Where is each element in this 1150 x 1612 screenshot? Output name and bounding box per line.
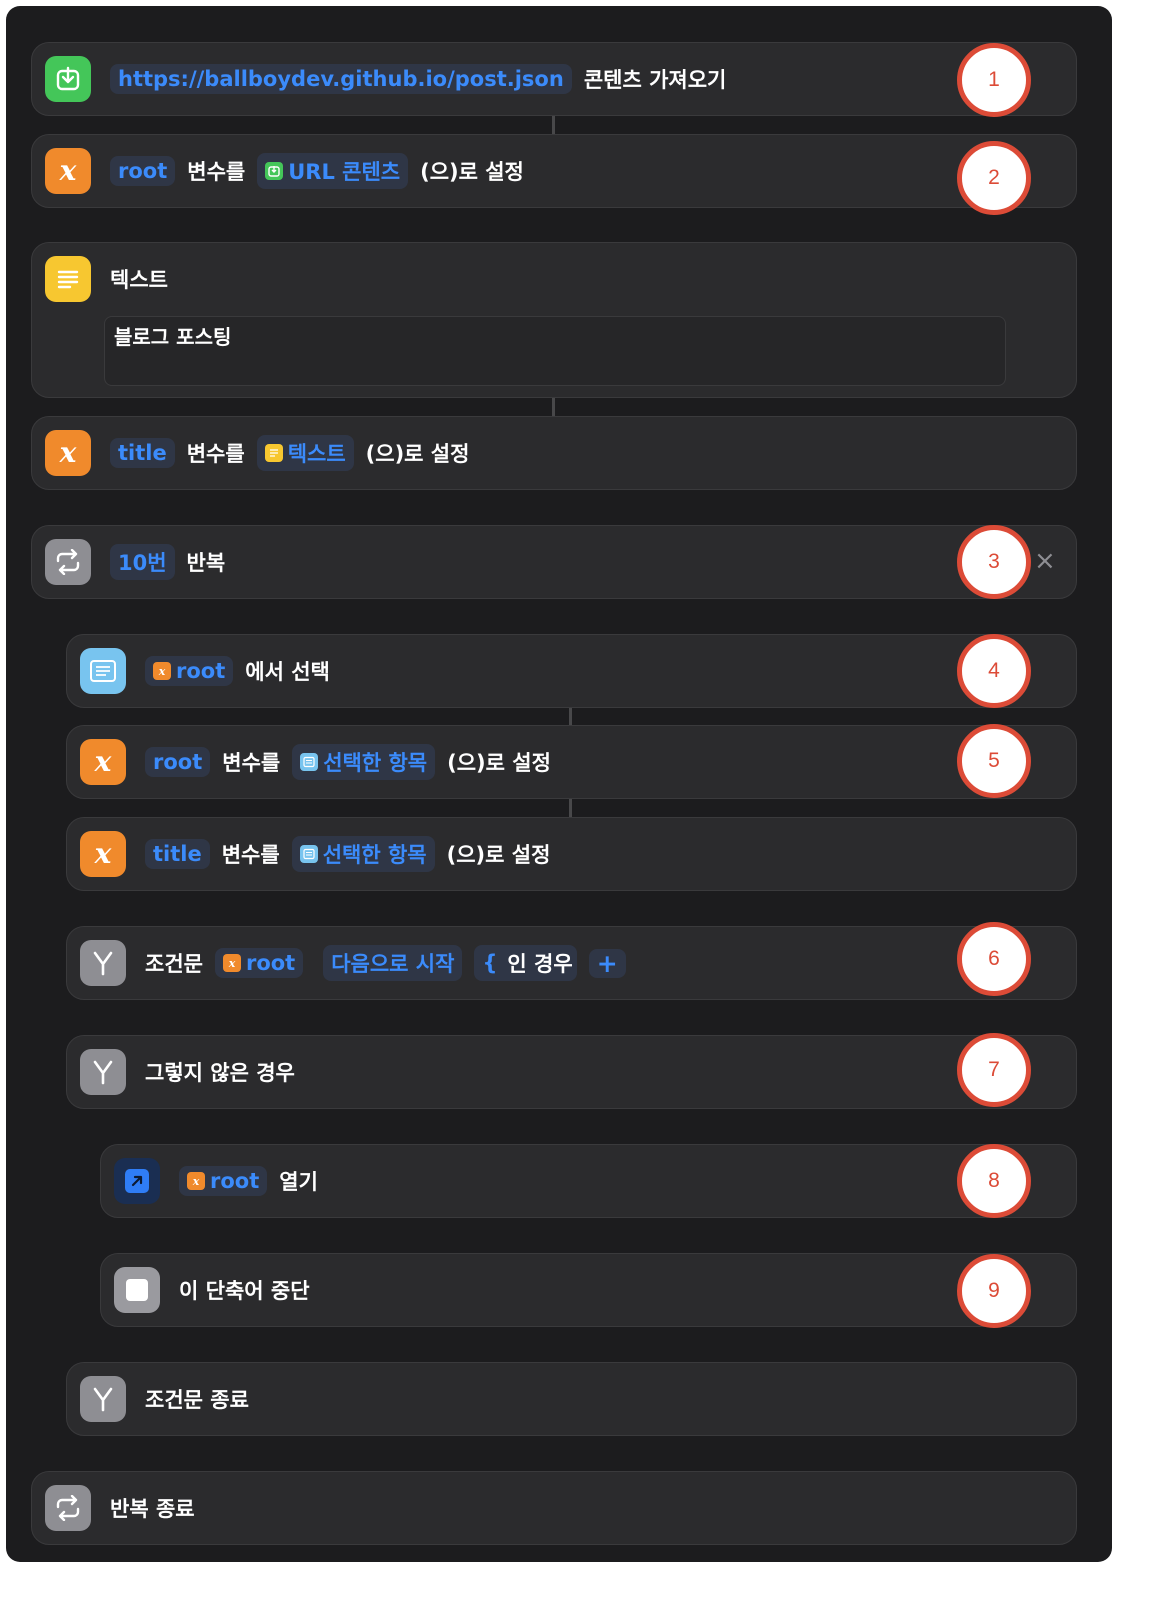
open-icon bbox=[114, 1158, 160, 1204]
action-otherwise[interactable]: 그렇지 않은 경우 bbox=[66, 1035, 1077, 1109]
variable-icon: x bbox=[153, 662, 171, 680]
step-badge: 1 bbox=[957, 43, 1031, 117]
step-badge: 8 bbox=[957, 1144, 1031, 1218]
action-label: 에서 선택 bbox=[245, 660, 330, 684]
step-badge: 3 bbox=[957, 525, 1031, 599]
action-label: 그렇지 않은 경우 bbox=[145, 1061, 295, 1085]
step-badge: 7 bbox=[957, 1033, 1031, 1107]
action-open[interactable]: x root 열기 bbox=[100, 1144, 1077, 1218]
connector bbox=[569, 707, 572, 725]
variable-name-token[interactable]: root bbox=[110, 156, 176, 186]
action-get-contents[interactable]: https://ballboydev.github.io/post.json 콘… bbox=[31, 42, 1077, 116]
repeat-icon bbox=[45, 539, 91, 585]
action-label: 변수를 bbox=[186, 442, 245, 466]
action-label: 조건문 종료 bbox=[145, 1388, 249, 1412]
step-badge: 9 bbox=[957, 1254, 1031, 1328]
action-label: 열기 bbox=[279, 1170, 318, 1194]
branch-icon bbox=[80, 1376, 126, 1422]
action-set-variable[interactable]: x title 변수를 텍스트 (으)로 설정 bbox=[31, 416, 1077, 490]
variable-icon: x bbox=[45, 148, 91, 194]
step-badge: 5 bbox=[957, 724, 1031, 798]
shortcut-editor: https://ballboydev.github.io/post.json 콘… bbox=[6, 6, 1112, 1562]
action-label: 반복 종료 bbox=[110, 1497, 195, 1521]
list-icon bbox=[299, 845, 318, 863]
action-set-variable[interactable]: x root 변수를 선택한 항목 (으)로 설정 bbox=[66, 725, 1077, 799]
variable-icon: x bbox=[80, 739, 126, 785]
action-end-if[interactable]: 조건문 종료 bbox=[66, 1362, 1077, 1436]
action-label: 이 단축어 중단 bbox=[179, 1279, 310, 1303]
action-if[interactable]: 조건문 x root 다음으로 시작 {인 경우 + bbox=[66, 926, 1077, 1000]
step-badge: 2 bbox=[957, 141, 1031, 215]
branch-icon bbox=[80, 940, 126, 986]
variable-name-token[interactable]: root bbox=[145, 747, 211, 777]
variable-icon: x bbox=[187, 1172, 205, 1190]
action-label: 변수를 bbox=[187, 160, 246, 184]
variable-token[interactable]: x root bbox=[145, 656, 234, 686]
connector bbox=[552, 116, 555, 134]
variable-token[interactable]: x root bbox=[214, 948, 304, 978]
action-suffix: (으)로 설정 bbox=[420, 160, 524, 184]
variable-icon: x bbox=[45, 430, 91, 476]
list-icon bbox=[80, 648, 126, 694]
variable-icon: x bbox=[222, 954, 241, 972]
add-icon[interactable]: + bbox=[588, 948, 626, 978]
action-set-variable[interactable]: x title 변수를 선택한 항목 (으)로 설정 bbox=[66, 817, 1077, 891]
list-icon bbox=[300, 753, 319, 771]
download-icon bbox=[265, 162, 284, 180]
variable-name-token[interactable]: title bbox=[110, 438, 175, 468]
value-token[interactable]: {인 경우 bbox=[474, 945, 577, 981]
action-end-repeat[interactable]: 반복 종료 bbox=[31, 1471, 1077, 1545]
action-choose-from[interactable]: x root 에서 선택 bbox=[66, 634, 1077, 708]
action-label: 콘텐츠 가져오기 bbox=[583, 68, 727, 92]
repeat-icon bbox=[45, 1485, 91, 1531]
action-repeat[interactable]: 10번 반복 × bbox=[31, 525, 1077, 599]
action-label: 반복 bbox=[186, 551, 226, 575]
action-suffix: (으)로 설정 bbox=[365, 442, 470, 466]
action-set-variable[interactable]: x root 변수를 URL 콘텐츠 (으)로 설정 bbox=[31, 134, 1077, 208]
url-token[interactable]: https://ballboydev.github.io/post.json bbox=[110, 64, 572, 94]
action-label: 변수를 bbox=[221, 843, 280, 867]
stop-icon bbox=[114, 1267, 160, 1313]
text-icon bbox=[264, 444, 283, 462]
action-label: 텍스트 bbox=[110, 268, 168, 292]
variable-token[interactable]: x root bbox=[179, 1166, 268, 1196]
close-icon[interactable]: × bbox=[1034, 546, 1056, 576]
value-token[interactable]: URL 콘텐츠 bbox=[257, 153, 409, 189]
connector bbox=[552, 398, 555, 416]
condition-token[interactable]: 다음으로 시작 bbox=[323, 945, 463, 981]
variable-name-token[interactable]: title bbox=[145, 839, 210, 869]
download-icon bbox=[45, 56, 91, 102]
action-label: 변수를 bbox=[222, 751, 281, 775]
value-token[interactable]: 텍스트 bbox=[256, 435, 354, 471]
action-text[interactable]: 텍스트 블로그 포스팅 bbox=[31, 242, 1077, 398]
branch-icon bbox=[80, 1049, 126, 1095]
value-token[interactable]: 선택한 항목 bbox=[292, 744, 436, 780]
step-badge: 6 bbox=[957, 922, 1031, 996]
text-input[interactable]: 블로그 포스팅 bbox=[104, 316, 1006, 386]
action-stop[interactable]: 이 단축어 중단 bbox=[100, 1253, 1077, 1327]
repeat-count-token[interactable]: 10번 bbox=[110, 544, 175, 580]
text-icon bbox=[45, 256, 91, 302]
action-label: 조건문 bbox=[145, 952, 203, 976]
action-suffix: (으)로 설정 bbox=[446, 843, 551, 867]
variable-icon: x bbox=[80, 831, 126, 877]
connector bbox=[569, 799, 572, 817]
step-badge: 4 bbox=[957, 634, 1031, 708]
value-token[interactable]: 선택한 항목 bbox=[291, 836, 435, 872]
action-suffix: (으)로 설정 bbox=[447, 751, 551, 775]
